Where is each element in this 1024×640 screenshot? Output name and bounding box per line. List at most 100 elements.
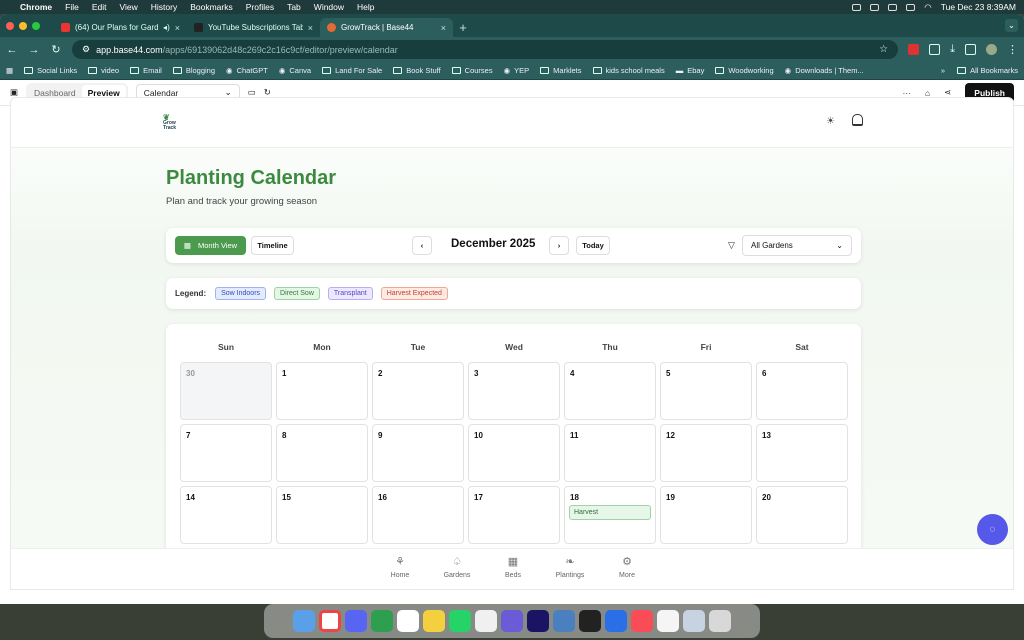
calendar-day[interactable]: 16 bbox=[372, 486, 464, 544]
url-bar[interactable]: ⚙ app.base44.com/apps/69139062d48c269c2c… bbox=[72, 40, 899, 59]
whatsapp-icon[interactable] bbox=[449, 610, 471, 632]
chat-bubble-button[interactable]: ◌ bbox=[977, 514, 1008, 545]
bluetooth-icon[interactable] bbox=[888, 3, 898, 11]
menu-history[interactable]: History bbox=[151, 2, 177, 12]
chevron-double-right-icon[interactable]: » bbox=[941, 66, 945, 75]
chrome-menu-icon[interactable]: ⋮ bbox=[1007, 43, 1018, 56]
download-icon[interactable]: ⤓ bbox=[950, 43, 955, 56]
calendar-day[interactable]: 2 bbox=[372, 362, 464, 420]
month-view-button[interactable]: ▦ Month View bbox=[175, 236, 246, 255]
tab-search-button[interactable]: ⌄ bbox=[1005, 19, 1018, 32]
nav-beds[interactable]: ▦ Beds bbox=[483, 555, 543, 579]
nav-home[interactable]: ⚘ Home bbox=[370, 555, 430, 579]
premiere-icon[interactable] bbox=[527, 610, 549, 632]
menu-tab[interactable]: Tab bbox=[287, 2, 301, 12]
calendar-day[interactable]: 5 bbox=[660, 362, 752, 420]
clock[interactable]: Tue Dec 23 8:39AM bbox=[941, 2, 1016, 12]
calendar-day[interactable]: 12 bbox=[660, 424, 752, 482]
bookmark-item[interactable]: ◉ ChatGPT bbox=[226, 66, 268, 75]
menu-edit[interactable]: Edit bbox=[92, 2, 107, 12]
extension-icon[interactable] bbox=[908, 44, 920, 55]
github-icon[interactable]: ⌂ bbox=[925, 88, 930, 98]
bookmark-item[interactable]: Land For Sale bbox=[322, 66, 382, 75]
menu-help[interactable]: Help bbox=[357, 2, 374, 12]
news-icon[interactable] bbox=[657, 610, 679, 632]
notes-icon[interactable] bbox=[423, 610, 445, 632]
bookmark-item[interactable]: ▬ Ebay bbox=[676, 66, 705, 75]
calendar-day[interactable]: 7 bbox=[180, 424, 272, 482]
bookmark-item[interactable]: Email bbox=[130, 66, 162, 75]
apps-grid-icon[interactable]: ▦ bbox=[6, 66, 13, 75]
battery-icon[interactable] bbox=[906, 3, 916, 11]
back-arrow-icon[interactable]: ← bbox=[6, 44, 18, 56]
bell-icon[interactable] bbox=[852, 114, 863, 126]
sun-icon[interactable]: ☀ bbox=[826, 116, 835, 127]
chrome-icon[interactable] bbox=[319, 610, 341, 632]
nav-gardens[interactable]: ♤ Gardens bbox=[427, 555, 487, 579]
bookmark-star-icon[interactable]: ☆ bbox=[879, 44, 888, 55]
close-window-button[interactable] bbox=[6, 21, 14, 30]
zoom-window-button[interactable] bbox=[32, 21, 40, 30]
next-month-button[interactable]: › bbox=[549, 236, 569, 255]
side-panel-icon[interactable] bbox=[965, 44, 976, 55]
app-icon[interactable] bbox=[605, 610, 627, 632]
calendar-day[interactable]: 3 bbox=[468, 362, 560, 420]
menu-profiles[interactable]: Profiles bbox=[246, 2, 274, 12]
bookmark-item[interactable]: Blogging bbox=[172, 66, 215, 75]
close-tab-icon[interactable]: × bbox=[441, 23, 446, 33]
bookmark-item[interactable]: Social Links bbox=[24, 66, 77, 75]
bookmark-item[interactable]: ◉ Canva bbox=[279, 66, 311, 75]
close-tab-icon[interactable]: × bbox=[308, 23, 313, 33]
calendar-day[interactable]: 13 bbox=[756, 424, 848, 482]
profile-avatar[interactable] bbox=[986, 44, 997, 55]
nav-plantings[interactable]: ❧ Plantings bbox=[540, 555, 600, 579]
app-icon[interactable] bbox=[501, 610, 523, 632]
menu-view[interactable]: View bbox=[119, 2, 137, 12]
garden-filter-select[interactable]: All Gardens ⌄ bbox=[742, 235, 852, 256]
browser-tab[interactable]: (64) Our Plans for Garden ◂) × bbox=[54, 18, 187, 37]
trash-icon[interactable] bbox=[709, 610, 731, 632]
preview-icon[interactable] bbox=[683, 610, 705, 632]
discord-icon[interactable] bbox=[345, 610, 367, 632]
calendar-day[interactable]: 14 bbox=[180, 486, 272, 544]
more-options-icon[interactable]: ··· bbox=[903, 88, 912, 98]
minimize-window-button[interactable] bbox=[19, 21, 27, 30]
bookmark-item[interactable]: ◉ Downloads | Them... bbox=[785, 66, 864, 75]
calendar-day[interactable]: 19 bbox=[660, 486, 752, 544]
calendar-day[interactable]: 15 bbox=[276, 486, 368, 544]
bookmark-item[interactable]: Marklets bbox=[540, 66, 582, 75]
calendar-day[interactable]: 17 bbox=[468, 486, 560, 544]
calendar-day[interactable]: 20 bbox=[756, 486, 848, 544]
browser-tab[interactable]: YouTube Subscriptions Tab C × bbox=[187, 18, 320, 37]
prev-month-button[interactable]: ‹ bbox=[412, 236, 432, 255]
harvest-event[interactable]: Harvest bbox=[569, 505, 651, 520]
calendar-day[interactable]: 10 bbox=[468, 424, 560, 482]
menu-bookmarks[interactable]: Bookmarks bbox=[190, 2, 233, 12]
forward-arrow-icon[interactable]: → bbox=[28, 44, 40, 56]
music-icon[interactable] bbox=[631, 610, 653, 632]
app-icon[interactable] bbox=[579, 610, 601, 632]
status-icon[interactable] bbox=[870, 3, 880, 11]
status-icon[interactable] bbox=[852, 3, 862, 11]
nav-more[interactable]: ⚙ More bbox=[597, 555, 657, 579]
bookmark-item[interactable]: ◉ YEP bbox=[504, 66, 530, 75]
bookmark-item[interactable]: Book Stuff bbox=[393, 66, 441, 75]
calendar-day[interactable]: 4 bbox=[564, 362, 656, 420]
calendar-day-other-month[interactable]: 30 bbox=[180, 362, 272, 420]
new-tab-button[interactable]: + bbox=[453, 18, 473, 37]
close-tab-icon[interactable]: × bbox=[175, 23, 180, 33]
calendar-day[interactable]: 9 bbox=[372, 424, 464, 482]
bookmark-item[interactable]: Woodworking bbox=[715, 66, 774, 75]
calendar-day[interactable]: 8 bbox=[276, 424, 368, 482]
bookmark-item[interactable]: kids school meals bbox=[592, 66, 665, 75]
calendar-day[interactable]: 1 bbox=[276, 362, 368, 420]
menu-window[interactable]: Window bbox=[314, 2, 344, 12]
finder-icon[interactable] bbox=[293, 610, 315, 632]
site-info-icon[interactable]: ⚙ bbox=[82, 44, 90, 55]
calendar-app-icon[interactable] bbox=[397, 610, 419, 632]
bookmark-item[interactable]: video bbox=[88, 66, 119, 75]
calendar-day[interactable]: 11 bbox=[564, 424, 656, 482]
reload-icon[interactable]: ↻ bbox=[50, 43, 62, 56]
extensions-puzzle-icon[interactable] bbox=[929, 44, 941, 55]
bookmark-item[interactable]: Courses bbox=[451, 66, 493, 75]
